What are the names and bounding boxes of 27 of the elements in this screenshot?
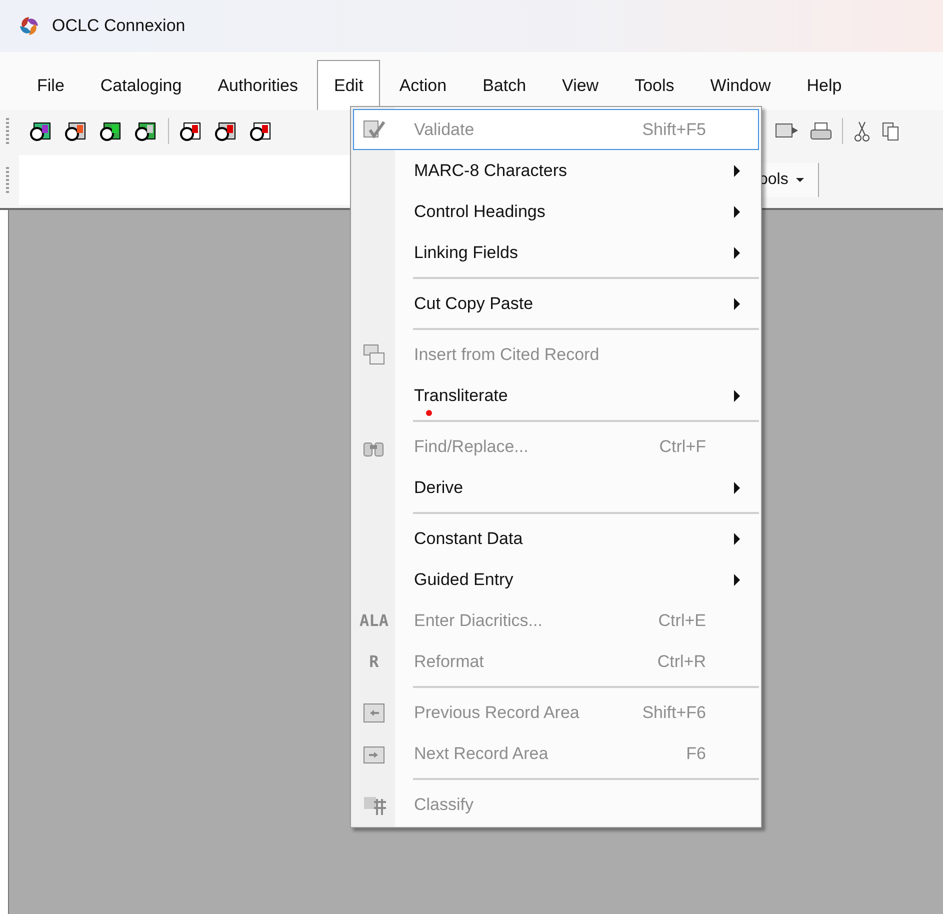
menu-item[interactable]: Cut Copy Paste [353, 283, 759, 324]
menu-item[interactable]: Authorities [200, 60, 316, 110]
letter-icon: R [369, 652, 379, 671]
menu-item[interactable]: Constant Data [353, 518, 759, 559]
shortcut-label: Ctrl+E [657, 610, 707, 630]
menu-item[interactable]: Tools [618, 60, 692, 110]
menu-item[interactable]: MARC-8 Characters [353, 150, 759, 191]
menu-item[interactable]: File [20, 60, 82, 110]
menu-item[interactable]: Transliterate [353, 375, 759, 416]
menu-item[interactable]: Guided Entry [353, 559, 759, 600]
menu-item[interactable]: Window [693, 60, 788, 110]
menu-item[interactable]: Help [790, 60, 859, 110]
shortcut-label: Ctrl+R [656, 652, 707, 672]
menu-item[interactable]: Cataloging [83, 60, 199, 110]
window-title: OCLC Connexion [52, 16, 186, 36]
shortcut-label: F6 [685, 744, 707, 764]
menu-item[interactable]: Edit [317, 60, 380, 110]
shortcut-label: Ctrl+F [658, 436, 707, 456]
menu-item[interactable]: Derive [353, 467, 759, 508]
menu-item[interactable]: Action [382, 60, 464, 110]
shortcut-label: Shift+F6 [641, 702, 707, 722]
menu-item[interactable]: View [545, 60, 616, 110]
shortcut-label: Shift+F5 [641, 120, 707, 140]
letter-icon: ALA [360, 611, 388, 630]
menu-item[interactable]: Linking Fields [353, 232, 759, 273]
menu-item[interactable]: Control Headings [353, 191, 759, 232]
menu-item[interactable]: Batch [466, 60, 544, 110]
